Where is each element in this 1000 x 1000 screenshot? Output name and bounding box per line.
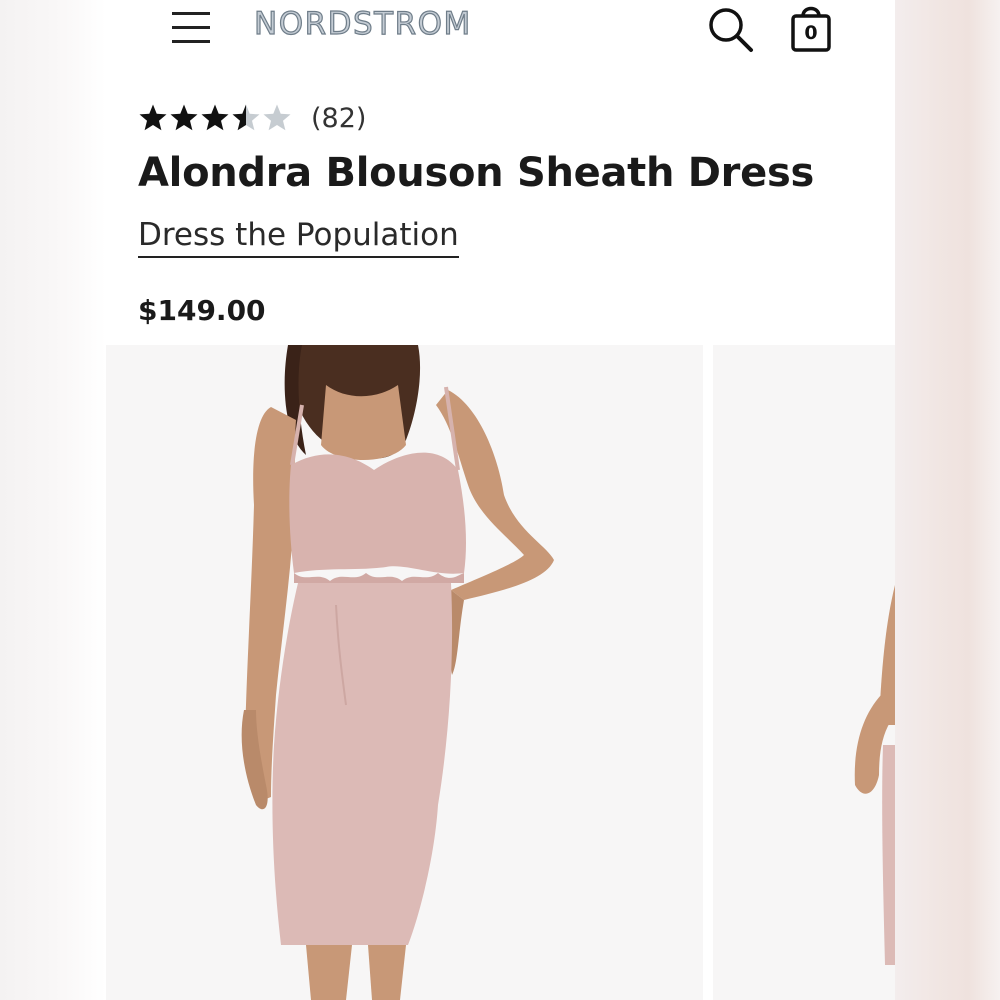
star-icon-empty <box>263 104 291 131</box>
image-carousel[interactable] <box>106 345 895 1000</box>
star-rating <box>138 103 293 133</box>
background-left <box>0 0 106 1000</box>
half-star-icon <box>232 104 260 131</box>
brand-logo[interactable]: NORDSTROM <box>253 4 472 44</box>
review-count[interactable]: (82) <box>311 103 366 134</box>
star-icon-2 <box>170 104 198 131</box>
search-icon[interactable] <box>706 4 758 54</box>
brand-link[interactable]: Dress the Population <box>138 217 459 258</box>
cart-count: 0 <box>804 22 818 44</box>
star-icon-1 <box>139 104 167 131</box>
product-rating[interactable]: (82) <box>138 100 366 136</box>
product-image-main[interactable] <box>106 345 703 1000</box>
hamburger-menu-icon[interactable] <box>170 6 212 43</box>
background-right <box>895 0 1000 1000</box>
product-page: NORDSTROM 0 (82) Alondra Blouson Sheath … <box>106 0 895 1000</box>
product-image-next[interactable] <box>713 345 895 1000</box>
top-navigation-bar: NORDSTROM 0 <box>106 0 895 60</box>
shopping-bag-icon[interactable]: 0 <box>788 2 834 54</box>
product-title: Alondra Blouson Sheath Dress <box>138 150 814 196</box>
product-price: $149.00 <box>138 294 266 327</box>
star-icon-3 <box>201 104 229 131</box>
